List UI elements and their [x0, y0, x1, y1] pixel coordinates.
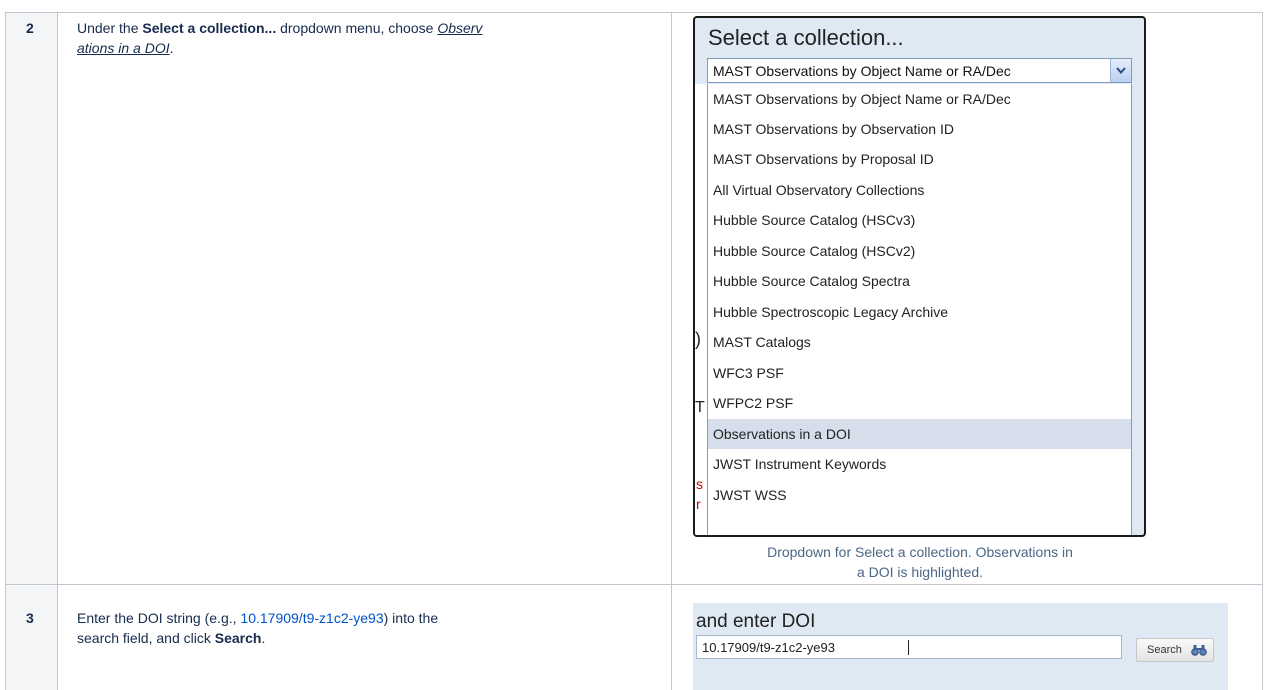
collection-option[interactable]: MAST Catalogs [708, 327, 1131, 357]
instruction-bold: Select a collection... [142, 20, 277, 36]
dropdown-toggle-button[interactable] [1110, 59, 1131, 82]
collection-option[interactable]: Hubble Spectroscopic Legacy Archive [708, 297, 1131, 327]
step-number-cell [6, 585, 57, 690]
instruction-text: . [169, 40, 174, 56]
instruction-underline: Observ [437, 20, 483, 36]
search-button[interactable]: Search [1136, 638, 1214, 662]
collection-option[interactable]: MAST Observations by Observation ID [708, 114, 1131, 144]
instruction-text: search field, and click [77, 630, 215, 646]
collection-option[interactable]: MAST Observations by Object Name or RA/D… [708, 84, 1131, 114]
collection-option[interactable]: WFPC2 PSF [708, 388, 1131, 418]
collection-select[interactable]: MAST Observations by Object Name or RA/D… [707, 58, 1132, 83]
step-instruction: Enter the DOI string (e.g., 10.17909/t9-… [77, 608, 657, 648]
collection-option[interactable]: Hubble Source Catalog Spectra [708, 266, 1131, 296]
chevron-down-icon [1116, 67, 1126, 75]
search-button-label: Search [1147, 644, 1182, 656]
table-border [5, 584, 1262, 585]
instruction-text: . [261, 630, 266, 646]
doi-link[interactable]: 10.17909/t9-z1c2-ye93 [240, 610, 383, 626]
background-text: s [696, 476, 703, 492]
doi-input[interactable]: 10.17909/t9-z1c2-ye93 [696, 635, 1122, 659]
table-border [57, 12, 58, 690]
doi-input-value: 10.17909/t9-z1c2-ye93 [702, 640, 835, 655]
step-number-cell [6, 13, 57, 584]
caption-line: a DOI is highlighted. [856, 564, 984, 580]
collection-select-value: MAST Observations by Object Name or RA/D… [713, 63, 1011, 79]
step-number: 3 [26, 610, 34, 626]
collection-option[interactable]: JWST Instrument Keywords [708, 449, 1131, 479]
collection-option[interactable]: JWST WSS [708, 480, 1131, 510]
doi-search-screenshot: and enter DOI 10.17909/t9-z1c2-ye93 Sear… [693, 603, 1228, 690]
background-text: ) [695, 329, 701, 349]
instruction-text: Under the [77, 20, 143, 36]
collection-option[interactable]: Hubble Source Catalog (HSCv3) [708, 205, 1131, 235]
collection-option[interactable]: All Virtual Observatory Collections [708, 175, 1131, 205]
step-number: 2 [26, 20, 34, 36]
collection-option[interactable]: WFC3 PSF [708, 358, 1131, 388]
table-border [5, 12, 6, 690]
collection-options-list: MAST Observations by Object Name or RA/D… [707, 84, 1132, 535]
collection-dropdown-screenshot: Select a collection... MAST Observations… [693, 16, 1146, 537]
instruction-underline: ations in a DOI [77, 40, 170, 56]
background-text: T [695, 399, 705, 416]
table-border [671, 12, 672, 690]
instruction-text: Enter the DOI string (e.g., [77, 610, 241, 626]
doi-title: and enter DOI [696, 611, 816, 632]
instruction-text: dropdown menu, choose [276, 20, 438, 36]
table-border [1262, 12, 1263, 690]
binoculars-icon [1191, 645, 1207, 656]
collection-option[interactable]: MAST Observations by Proposal ID [708, 144, 1131, 174]
dropdown-title: Select a collection... [708, 25, 904, 50]
caption-line: Dropdown for Select a collection. Observ… [767, 544, 1073, 560]
collection-option-highlighted[interactable]: Observations in a DOI [708, 419, 1131, 449]
text-caret [908, 640, 909, 655]
step-instruction: Under the Select a collection... dropdow… [77, 18, 657, 58]
instruction-text: ) into the [383, 610, 439, 626]
background-page-fragment: ) T s r [695, 84, 707, 535]
collection-option[interactable]: Hubble Source Catalog (HSCv2) [708, 236, 1131, 266]
instruction-bold: Search [214, 630, 262, 646]
table-border [5, 12, 1262, 13]
background-text: r [696, 496, 701, 512]
image-caption: Dropdown for Select a collection. Observ… [690, 542, 1150, 582]
